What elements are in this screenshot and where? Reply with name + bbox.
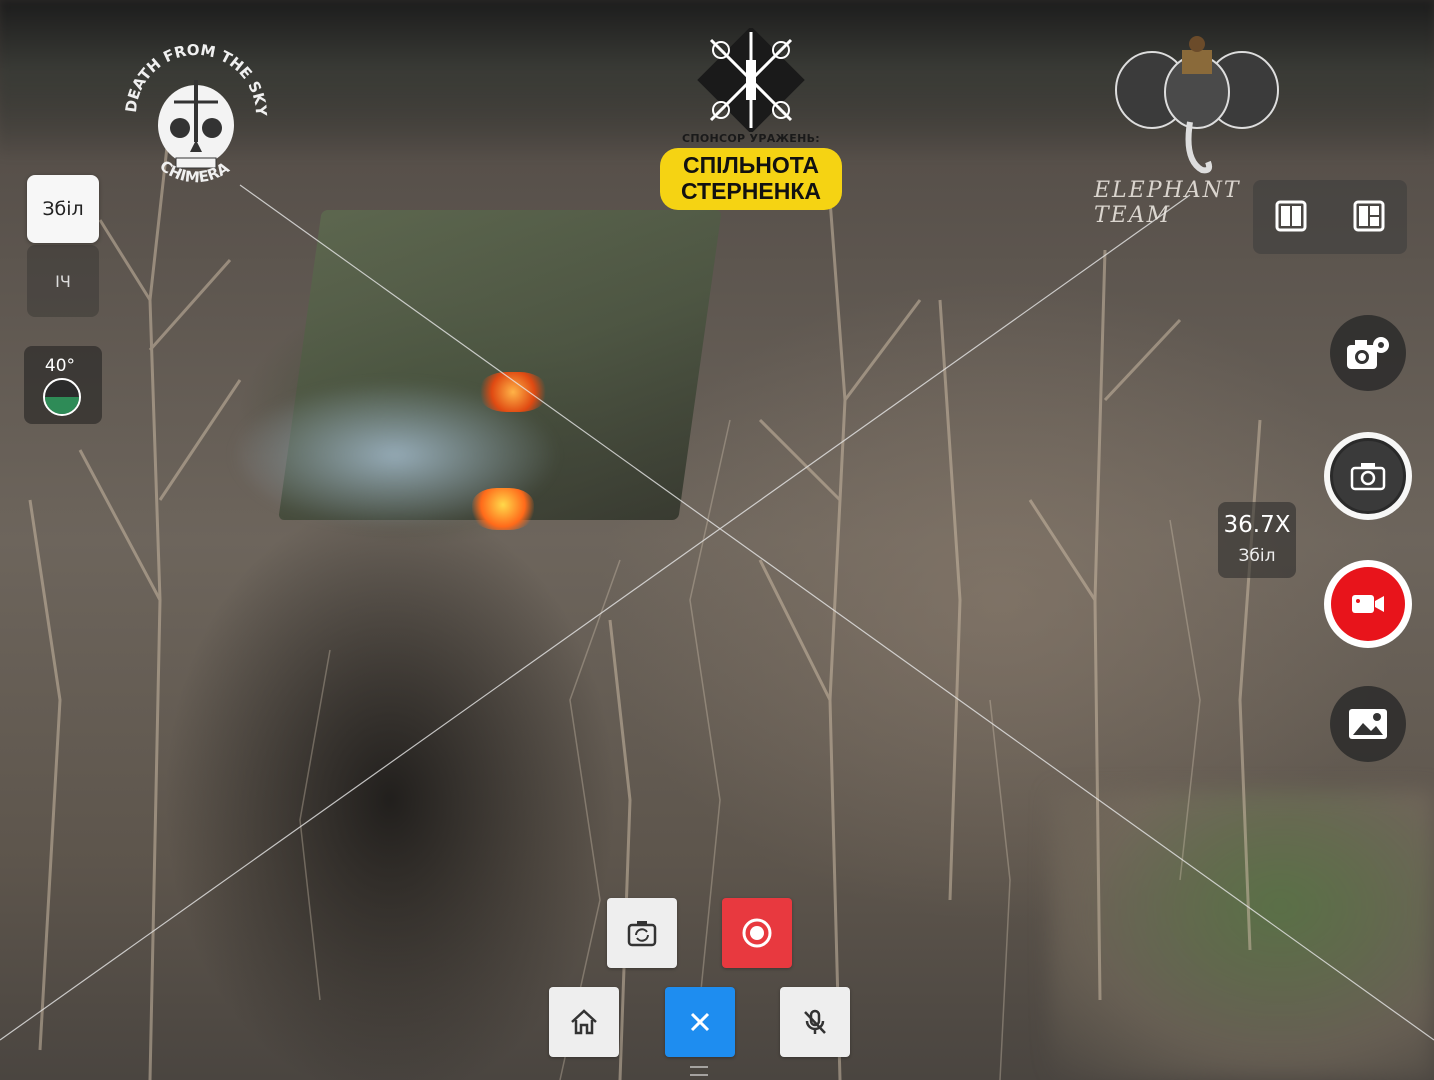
layout-switcher [1253,180,1407,254]
gallery-button[interactable] [1330,686,1406,762]
sponsor-title-line2: СТЕРНЕНКА [681,178,821,204]
video-camera-icon [1352,595,1384,613]
sponsor-line: СПОНСОР УРАЖЕНЬ: [682,132,820,145]
record-button-small[interactable] [722,898,792,968]
sponsor-title: СПІЛЬНОТА СТЕРНЕНКА [658,152,844,204]
zoom-label: Збіл [1238,546,1276,566]
camera-settings-button[interactable] [1330,315,1406,391]
sponsor-title-line1: СПІЛЬНОТА [683,152,819,178]
gallery-icon [1349,709,1387,739]
home-button[interactable] [549,987,619,1057]
camera-settings-icon [1347,337,1389,369]
elephant-icon [1115,36,1279,174]
camera-icon [1350,463,1386,491]
gimbal-pitch-value: 40° [44,356,76,376]
drag-handle[interactable] [690,1066,708,1076]
sternenko-sponsor-logo: СПОНСОР УРАЖЕНЬ: СПІЛЬНОТА СТЕРНЕНКА [658,28,844,214]
split-view-icon [1275,200,1307,232]
close-button[interactable] [665,987,735,1057]
shutter-button[interactable] [1324,432,1412,520]
gimbal-dial-icon [43,378,81,416]
zoom-value: 36.7X [1223,512,1291,538]
gimbal-pitch-indicator: 40° [24,346,102,424]
split-view-button[interactable] [1271,196,1311,236]
death-from-the-sky-logo: DEATH FROM THE SKY CHIMERA [116,30,276,200]
zoom-readout: 36.7X Збіл [1218,502,1296,578]
home-icon [571,1009,597,1035]
ir-mode-button[interactable]: ІЧ [27,245,99,317]
record-icon [742,918,772,948]
elephant-team-logo [1112,30,1282,190]
drone-emblem-icon [697,28,805,132]
switch-camera-button[interactable] [607,898,677,968]
pip-layout-icon [1353,200,1385,232]
pip-layout-button[interactable] [1349,196,1389,236]
close-icon [690,1012,710,1032]
switch-camera-icon [627,921,657,947]
mute-mic-button[interactable] [780,987,850,1057]
zoom-mode-button[interactable]: Збіл [27,175,99,243]
record-video-button[interactable] [1324,560,1412,648]
mic-off-icon [804,1009,826,1034]
